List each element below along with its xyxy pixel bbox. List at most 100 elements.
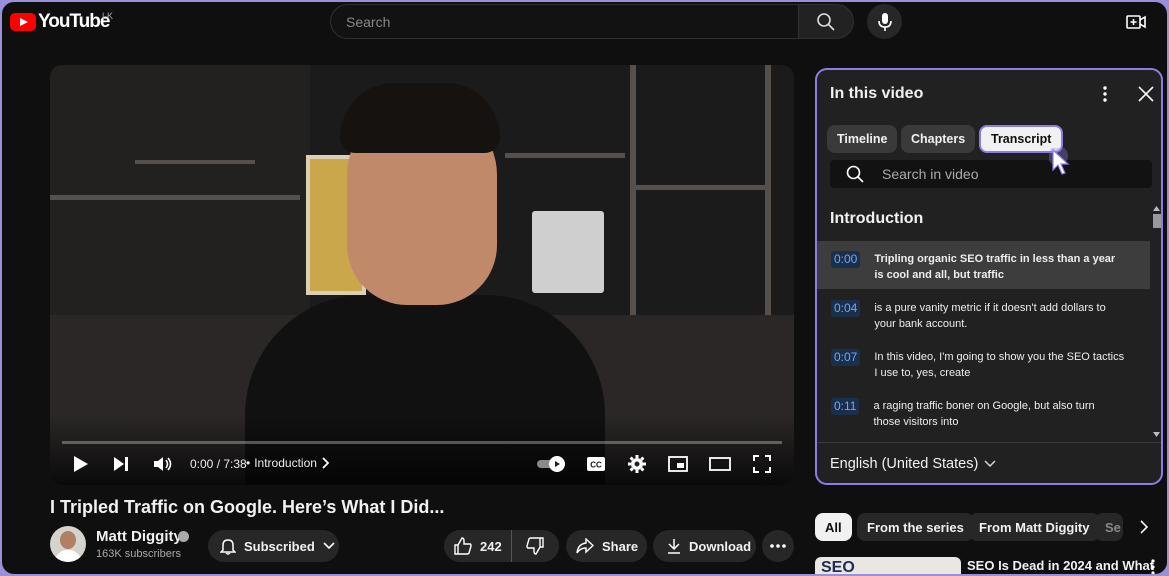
panel-divider	[817, 442, 1161, 443]
filter-label: From the series	[867, 519, 964, 535]
chevron-right-icon	[1140, 520, 1148, 534]
shelf	[505, 153, 625, 158]
chevron-down-icon	[984, 460, 996, 467]
tab-label: Timeline	[837, 132, 888, 146]
bell-icon	[220, 539, 236, 555]
recommendation-title[interactable]: SEO Is Dead in 2024 and What	[967, 558, 1154, 573]
chapter-separator: •	[246, 456, 251, 470]
microphone-icon	[877, 12, 892, 31]
create-button[interactable]	[1124, 10, 1148, 34]
more-vertical-icon[interactable]	[1147, 558, 1159, 574]
transcript-segment[interactable]: 0:11 a raging traffic boner on Google, b…	[817, 388, 1150, 436]
play-icon	[74, 456, 88, 472]
segment-text: Tripling organic SEO traffic in less tha…	[874, 253, 1116, 281]
filter-label: From Matt Diggity	[979, 519, 1090, 535]
channel-avatar[interactable]	[50, 526, 86, 562]
presenter-hair	[340, 83, 500, 153]
search-button[interactable]	[798, 4, 854, 39]
segment-text: is a pure vanity metric if it doesn't ad…	[874, 302, 1106, 330]
search-box[interactable]	[330, 4, 798, 39]
fullscreen-icon	[753, 455, 771, 473]
filter-chip-channel[interactable]: From Matt Diggity	[969, 513, 1100, 541]
filter-chip-partial[interactable]: Se	[1095, 513, 1123, 541]
transcript-search-input[interactable]	[882, 166, 1132, 182]
scrollbar-thumb[interactable]	[1153, 214, 1161, 228]
transcript-scrollbar[interactable]	[1152, 205, 1161, 440]
filters-next-button[interactable]	[1132, 515, 1156, 539]
autoplay-icon	[537, 456, 565, 472]
theater-mode-button[interactable]	[708, 451, 732, 477]
gear-icon	[628, 455, 646, 473]
shelf	[635, 185, 765, 190]
panel-close-button[interactable]	[1135, 83, 1157, 105]
subscribed-button[interactable]: Subscribed	[208, 530, 339, 562]
share-label: Share	[602, 538, 639, 554]
language-selector[interactable]: English (United States)	[830, 456, 996, 472]
filter-chip-all[interactable]: All	[815, 513, 852, 541]
shelf	[630, 65, 636, 315]
dislike-button[interactable]	[512, 530, 558, 562]
segment-timestamp[interactable]: 0:07	[831, 349, 861, 366]
filter-chip-series[interactable]: From the series	[857, 513, 974, 541]
chevron-down-icon	[323, 542, 335, 550]
video-player[interactable]: 0:00 / 7:38 • Introduction CC	[50, 65, 794, 485]
more-vertical-icon	[1103, 86, 1107, 102]
transcript-segment[interactable]: 0:07 In this video, I'm going to show yo…	[817, 339, 1150, 387]
download-button[interactable]: Download	[653, 530, 756, 562]
country-code: LK	[102, 11, 114, 21]
play-button[interactable]	[70, 451, 92, 477]
tab-timeline[interactable]: Timeline	[827, 125, 898, 153]
like-count: 242	[480, 538, 502, 554]
closed-captions-icon: CC	[587, 457, 605, 471]
thumbs-down-icon	[526, 537, 544, 555]
segment-text: a raging traffic boner on Google, but al…	[873, 400, 1095, 428]
chapter-button[interactable]: • Introduction	[246, 456, 329, 470]
subscribed-label: Subscribed	[244, 538, 315, 554]
segment-timestamp[interactable]: 0:11	[831, 398, 860, 415]
next-button[interactable]	[110, 451, 132, 477]
thumbnail-text: SEO	[821, 559, 855, 574]
scroll-arrows-icon	[1153, 206, 1160, 437]
like-dislike-group: 242	[444, 530, 559, 562]
app-window: YouTube LK Search 0:00 / 7:38 • Introduc…	[2, 2, 1167, 574]
channel-name[interactable]: Matt Diggity	[96, 528, 182, 545]
volume-button[interactable]	[151, 451, 175, 477]
verified-badge-icon	[178, 531, 189, 542]
voice-search-button[interactable]	[867, 4, 902, 39]
panel-menu-button[interactable]	[1095, 84, 1115, 104]
in-this-video-panel: In this video Timeline Chapters Transcri…	[815, 68, 1163, 485]
segment-timestamp[interactable]: 0:00	[831, 251, 861, 268]
panel-title: In this video	[830, 85, 924, 102]
miniplayer-icon	[668, 456, 688, 472]
miniplayer-button[interactable]	[666, 451, 690, 477]
shelf	[50, 195, 300, 200]
autoplay-toggle[interactable]	[536, 451, 568, 477]
shelf	[135, 160, 255, 164]
more-actions-button[interactable]	[762, 530, 794, 562]
recommendation-thumbnail[interactable]: SEO	[815, 557, 961, 574]
share-button[interactable]: Share	[566, 530, 647, 562]
like-button[interactable]: 242	[444, 530, 512, 562]
tab-chapters[interactable]: Chapters	[901, 125, 976, 153]
logo-text: YouTube	[38, 11, 110, 32]
search-input[interactable]	[346, 13, 798, 30]
play-button-plaque	[532, 211, 604, 293]
chapter-label: Introduction	[254, 456, 317, 470]
filter-label: Se	[1105, 519, 1121, 535]
theater-mode-icon	[709, 457, 731, 471]
segment-text: In this video, I'm going to show you the…	[874, 351, 1125, 379]
transcript-segment[interactable]: 0:04 is a pure vanity metric if it doesn…	[817, 290, 1150, 338]
segment-timestamp[interactable]: 0:04	[831, 300, 861, 317]
transcript-segment[interactable]: 0:00 Tripling organic SEO traffic in les…	[817, 241, 1150, 289]
youtube-logo[interactable]: YouTube LK	[10, 11, 113, 33]
settings-button[interactable]	[625, 451, 649, 477]
search-icon	[846, 165, 864, 183]
transcript-search-box[interactable]	[830, 160, 1152, 188]
chevron-right-icon	[322, 457, 329, 469]
progress-bar[interactable]	[62, 441, 782, 444]
subtitles-button[interactable]: CC	[584, 451, 608, 477]
tab-label: Transcript	[991, 132, 1052, 146]
tab-label: Chapters	[911, 132, 966, 146]
fullscreen-button[interactable]	[750, 451, 774, 477]
svg-text:CC: CC	[590, 461, 602, 470]
